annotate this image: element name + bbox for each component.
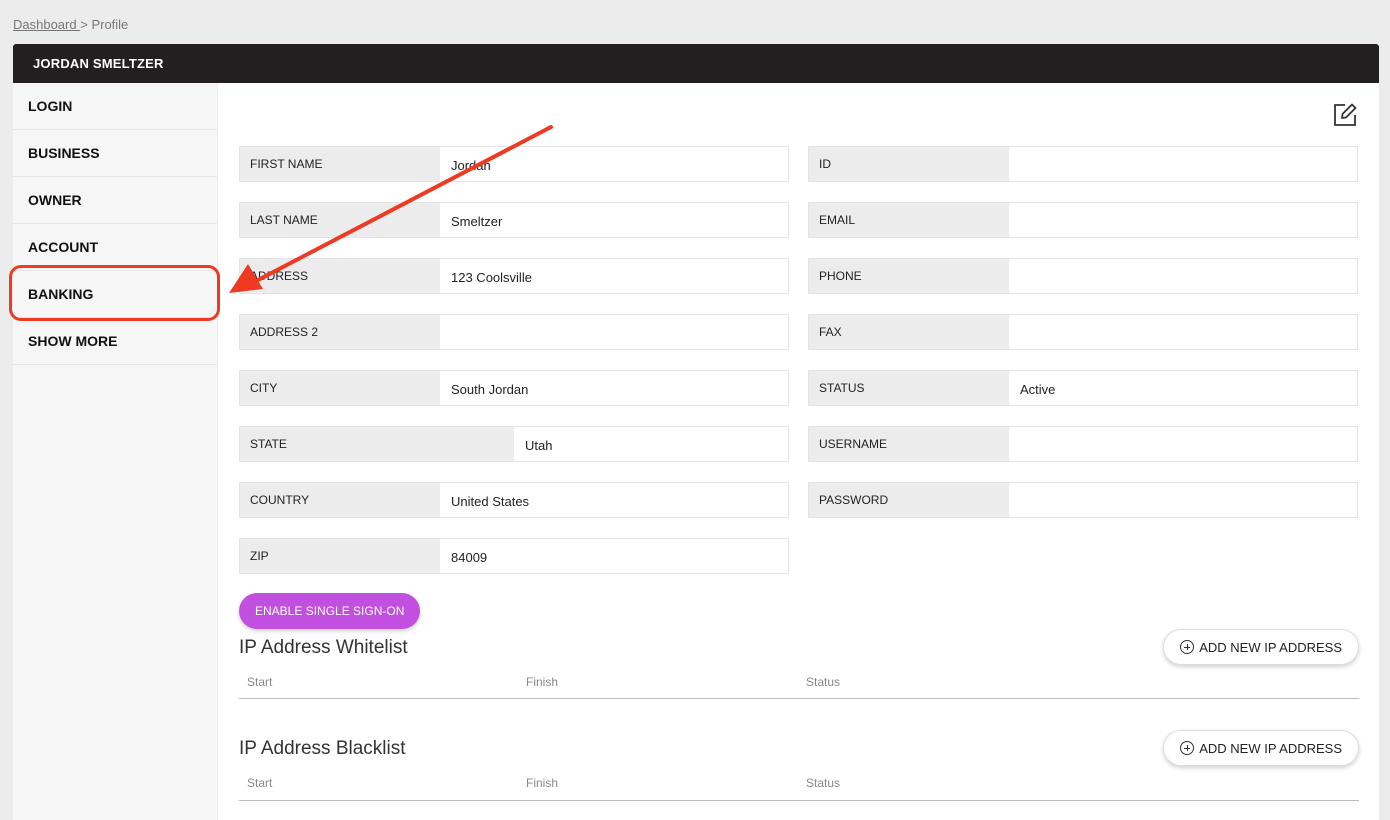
status-input[interactable] <box>1009 371 1357 405</box>
username-label: USERNAME <box>809 427 1009 461</box>
edit-icon[interactable] <box>1331 101 1359 129</box>
blacklist-col-start: Start <box>247 776 273 790</box>
zip-input[interactable] <box>440 539 788 573</box>
state-label: STATE <box>240 427 514 461</box>
first-name-field: FIRST NAME <box>239 146 789 182</box>
phone-label: PHONE <box>809 259 1009 293</box>
blacklist-table-header: Start Finish Status <box>239 776 1359 801</box>
state-field: STATE <box>239 426 789 462</box>
blacklist-title: IP Address Blacklist <box>239 738 406 759</box>
profile-name: JORDAN SMELTZER <box>33 56 164 71</box>
zip-field: ZIP <box>239 538 789 574</box>
fax-input[interactable] <box>1009 315 1357 349</box>
id-field: ID <box>808 146 1358 182</box>
email-input[interactable] <box>1009 203 1357 237</box>
id-label: ID <box>809 147 1009 181</box>
password-label: PASSWORD <box>809 483 1009 517</box>
status-label: STATUS <box>809 371 1009 405</box>
address-label: ADDRESS <box>240 259 440 293</box>
breadcrumb-current: Profile <box>91 17 129 32</box>
last-name-field: LAST NAME <box>239 202 789 238</box>
password-field: PASSWORD <box>808 482 1358 518</box>
breadcrumb-link-dashboard[interactable]: Dashboard <box>13 17 80 32</box>
breadcrumb: Dashboard > Profile <box>13 17 128 32</box>
address-field: ADDRESS <box>239 258 789 294</box>
plus-circle-icon <box>1180 741 1195 755</box>
fax-field: FAX <box>808 314 1358 350</box>
phone-input[interactable] <box>1009 259 1357 293</box>
email-field: EMAIL <box>808 202 1358 238</box>
add-whitelist-ip-button[interactable]: ADD NEW IP ADDRESS <box>1163 629 1359 665</box>
country-label: COUNTRY <box>240 483 440 517</box>
whitelist-col-start: Start <box>247 675 273 689</box>
last-name-input[interactable] <box>440 203 788 237</box>
city-label: CITY <box>240 371 440 405</box>
sidebar-item-banking[interactable]: BANKING <box>13 271 217 318</box>
sidebar-item-account[interactable]: ACCOUNT <box>13 224 217 271</box>
address2-label: ADDRESS 2 <box>240 315 440 349</box>
sidebar-item-business[interactable]: BUSINESS <box>13 130 217 177</box>
sidebar-item-show-more[interactable]: SHOW MORE <box>13 318 217 365</box>
address2-field: ADDRESS 2 <box>239 314 789 350</box>
add-blacklist-ip-button[interactable]: ADD NEW IP ADDRESS <box>1163 730 1359 766</box>
address2-input[interactable] <box>440 315 788 349</box>
whitelist-title: IP Address Whitelist <box>239 637 408 658</box>
city-field: CITY <box>239 370 789 406</box>
profile-card: JORDAN SMELTZER LOGIN BUSINESS OWNER ACC… <box>13 44 1379 820</box>
phone-field: PHONE <box>808 258 1358 294</box>
sidebar: LOGIN BUSINESS OWNER ACCOUNT BANKING SHO… <box>13 83 218 820</box>
username-field: USERNAME <box>808 426 1358 462</box>
add-blacklist-ip-label: ADD NEW IP ADDRESS <box>1199 740 1342 756</box>
enable-sso-button[interactable]: ENABLE SINGLE SIGN-ON <box>239 593 421 629</box>
password-input[interactable] <box>1009 483 1357 517</box>
state-input[interactable] <box>514 427 788 461</box>
email-label: EMAIL <box>809 203 1009 237</box>
whitelist-table-header: Start Finish Status <box>239 675 1359 699</box>
profile-main: FIRST NAME LAST NAME ADDRESS ADDRESS 2 C… <box>219 83 1379 820</box>
plus-circle-icon <box>1180 640 1195 654</box>
status-field: STATUS <box>808 370 1358 406</box>
address-input[interactable] <box>440 259 788 293</box>
blacklist-col-finish: Finish <box>526 776 559 790</box>
id-input[interactable] <box>1009 147 1357 181</box>
whitelist-col-finish: Finish <box>526 675 559 689</box>
breadcrumb-separator: > <box>80 17 88 32</box>
whitelist-col-status: Status <box>806 675 841 689</box>
add-whitelist-ip-label: ADD NEW IP ADDRESS <box>1199 639 1342 655</box>
first-name-input[interactable] <box>440 147 788 181</box>
first-name-label: FIRST NAME <box>240 147 440 181</box>
last-name-label: LAST NAME <box>240 203 440 237</box>
country-input[interactable] <box>440 483 788 517</box>
profile-header: JORDAN SMELTZER <box>13 44 1379 83</box>
blacklist-col-status: Status <box>806 776 841 790</box>
zip-label: ZIP <box>240 539 440 573</box>
sidebar-item-login[interactable]: LOGIN <box>13 83 217 130</box>
username-input[interactable] <box>1009 427 1357 461</box>
city-input[interactable] <box>440 371 788 405</box>
sidebar-item-owner[interactable]: OWNER <box>13 177 217 224</box>
fax-label: FAX <box>809 315 1009 349</box>
country-field: COUNTRY <box>239 482 789 518</box>
